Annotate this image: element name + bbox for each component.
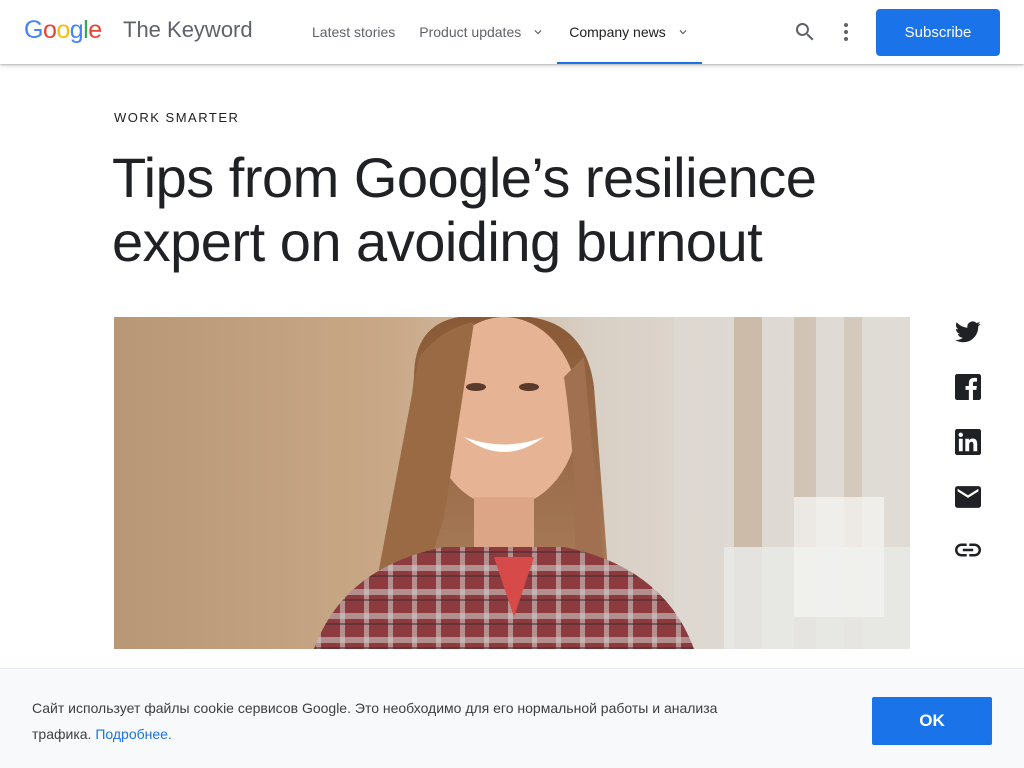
logo-letter: e bbox=[88, 16, 102, 44]
nav-latest-stories[interactable]: Latest stories bbox=[300, 0, 407, 64]
article-title: Tips from Google’s resilience expert on … bbox=[112, 146, 817, 273]
logo-letter: o bbox=[42, 16, 57, 44]
nav-label: Product updates bbox=[419, 24, 522, 40]
logo-letter: G bbox=[24, 16, 43, 44]
google-logo[interactable]: Google bbox=[24, 16, 102, 45]
logo-letter: g bbox=[69, 16, 84, 44]
cookie-learn-more-link[interactable]: Подробнее. bbox=[95, 726, 172, 742]
email-share-button[interactable] bbox=[954, 483, 982, 511]
more-vert-icon[interactable] bbox=[834, 20, 858, 44]
link-icon bbox=[955, 543, 981, 557]
site-header: Google The Keyword Latest stories Produc… bbox=[0, 0, 1024, 64]
search-icon[interactable] bbox=[793, 20, 817, 44]
cookie-banner: Сайт использует файлы cookie сервисов Go… bbox=[0, 668, 1024, 768]
copy-link-button[interactable] bbox=[954, 536, 982, 564]
twitter-icon bbox=[955, 321, 981, 343]
twitter-share-button[interactable] bbox=[954, 318, 982, 346]
logo-letter: o bbox=[56, 16, 70, 44]
hero-photo bbox=[114, 317, 910, 649]
linkedin-share-button[interactable] bbox=[954, 428, 982, 456]
nav-company-news[interactable]: Company news bbox=[557, 0, 702, 64]
subscribe-button[interactable]: Subscribe bbox=[876, 9, 1000, 56]
article-eyebrow[interactable]: WORK SMARTER bbox=[114, 110, 239, 125]
main-nav: Latest stories Product updates Company n… bbox=[300, 0, 702, 64]
site-title[interactable]: The Keyword bbox=[123, 17, 253, 43]
chevron-down-icon bbox=[534, 30, 542, 35]
facebook-share-button[interactable] bbox=[954, 373, 982, 401]
hero-image bbox=[114, 317, 910, 649]
facebook-icon bbox=[955, 374, 981, 400]
cookie-text: Сайт использует файлы cookie сервисов Go… bbox=[32, 695, 752, 747]
nav-product-updates[interactable]: Product updates bbox=[407, 0, 557, 64]
nav-label: Company news bbox=[569, 24, 666, 40]
chevron-down-icon bbox=[679, 30, 687, 35]
nav-label: Latest stories bbox=[312, 24, 396, 40]
cookie-ok-button[interactable]: OK bbox=[872, 697, 992, 745]
linkedin-icon bbox=[955, 429, 981, 455]
email-icon bbox=[955, 486, 981, 508]
